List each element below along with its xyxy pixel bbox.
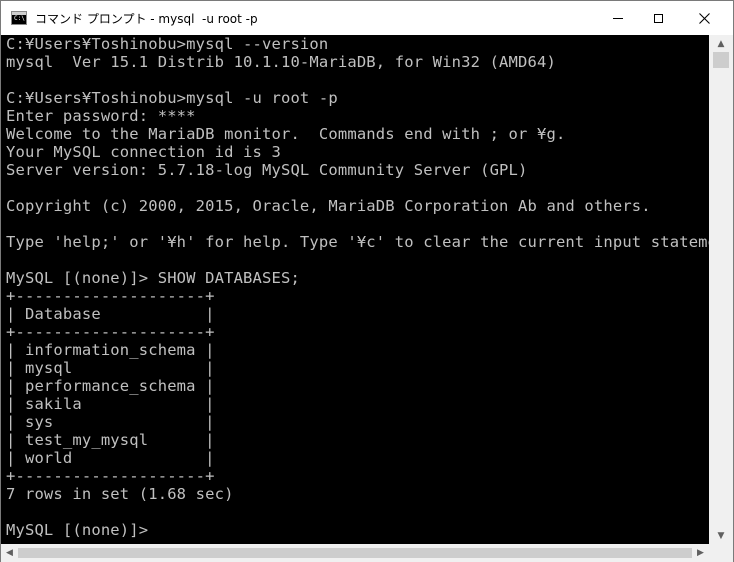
console-line: | mysql | (6, 359, 215, 377)
console-line: Copyright (c) 2000, 2015, Oracle, MariaD… (6, 197, 651, 215)
console-line: C:¥Users¥Toshinobu>mysql --version (6, 35, 329, 53)
console-line: MySQL [(none)]> SHOW DATABASES; (6, 269, 300, 287)
console-line: Type 'help;' or '¥h' for help. Type '¥c'… (6, 233, 709, 251)
horizontal-scrollbar[interactable]: ◀ ▶ (1, 544, 709, 562)
scroll-left-icon[interactable]: ◀ (1, 544, 18, 562)
console-line: | sys | (6, 413, 215, 431)
console-line: | sakila | (6, 395, 215, 413)
console-line: Welcome to the MariaDB monitor. Commands… (6, 125, 566, 143)
console-line: 7 rows in set (1.68 sec) (6, 485, 234, 503)
command-prompt-window: C:\ コマンド プロンプト - mysql -u root -p C:¥Use… (0, 0, 734, 562)
console-line: | world | (6, 449, 215, 467)
console-line: | Database | (6, 305, 215, 323)
console-line: | test_my_mysql | (6, 431, 215, 449)
console-output[interactable]: C:¥Users¥Toshinobu>mysql --version mysql … (1, 35, 709, 544)
console-line: Server version: 5.7.18-log MySQL Communi… (6, 161, 528, 179)
console-line: Enter password: **** (6, 107, 196, 125)
console-icon[interactable]: C:\ (11, 11, 27, 25)
horizontal-scroll-thumb[interactable] (18, 548, 692, 558)
console-line: | information_schema | (6, 341, 215, 359)
close-button[interactable] (681, 1, 727, 35)
console-line: C:¥Users¥Toshinobu>mysql -u root -p (6, 89, 338, 107)
scroll-up-icon[interactable]: ▲ (709, 35, 733, 52)
resize-grip[interactable] (709, 544, 733, 562)
title-bar[interactable]: C:\ コマンド プロンプト - mysql -u root -p (1, 1, 733, 35)
console-line: +--------------------+ (6, 323, 215, 341)
console-line: mysql Ver 15.1 Distrib 10.1.10-MariaDB, … (6, 53, 556, 71)
maximize-button[interactable] (635, 1, 681, 35)
console-line: +--------------------+ (6, 287, 215, 305)
maximize-icon (653, 13, 663, 23)
console-line: MySQL [(none)]> (6, 521, 149, 539)
console-line: +--------------------+ (6, 467, 215, 485)
close-icon (698, 12, 710, 24)
console-line: | performance_schema | (6, 377, 215, 395)
window-title: コマンド プロンプト - mysql -u root -p (35, 12, 258, 26)
minimize-icon (613, 17, 623, 19)
scroll-down-icon[interactable]: ▼ (709, 527, 733, 544)
console-lines: C:¥Users¥Toshinobu>mysql --version mysql … (6, 35, 709, 539)
vertical-scroll-thumb[interactable] (713, 52, 729, 68)
console-line: Your MySQL connection id is 3 (6, 143, 281, 161)
vertical-scrollbar[interactable]: ▲ ▼ (709, 35, 733, 544)
scroll-right-icon[interactable]: ▶ (692, 544, 709, 562)
